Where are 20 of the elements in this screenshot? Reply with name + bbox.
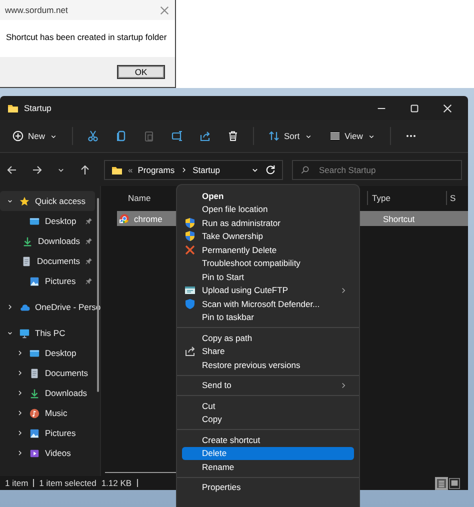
sidebar-label: Pictures <box>45 276 76 286</box>
window-title: Startup <box>24 103 52 113</box>
sidebar-label: Documents <box>45 368 88 378</box>
window-title: www.sordum.net <box>5 5 68 15</box>
status-text: 1 item selected <box>39 478 96 488</box>
message-text: Shortcut has been created in startup folder <box>6 32 167 42</box>
file-type: Shortcut <box>383 214 415 224</box>
sidebar-label: Documents <box>37 256 80 266</box>
sidebar-label: Pictures <box>45 428 76 438</box>
sidebar-label: Videos <box>45 448 71 458</box>
sidebar-label: Downloads <box>38 236 80 246</box>
file-name: chrome <box>134 214 162 224</box>
sidebar-label: Desktop <box>45 216 76 226</box>
sidebar-label: Music <box>45 408 68 418</box>
sidebar-label: Quick access <box>35 196 86 206</box>
status-text: 1 item <box>5 478 28 488</box>
sidebar-label: Desktop <box>45 348 76 358</box>
status-text: 1.12 KB <box>101 478 132 488</box>
sidebar-label: This PC <box>35 328 66 338</box>
sidebar-label: Downloads <box>45 388 88 398</box>
